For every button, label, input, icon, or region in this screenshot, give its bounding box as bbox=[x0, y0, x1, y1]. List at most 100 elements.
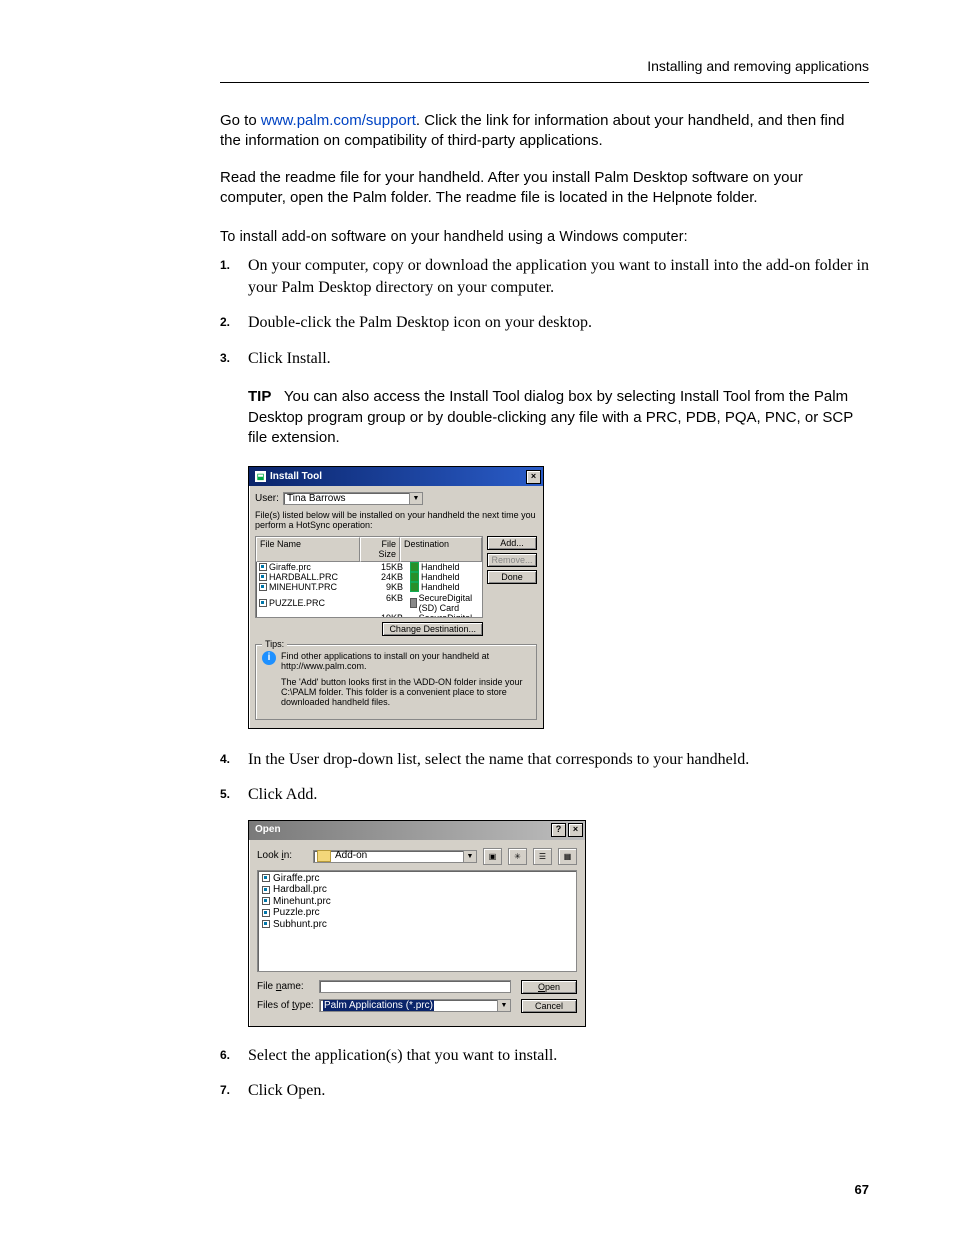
info-icon: i bbox=[262, 651, 276, 665]
change-destination-button[interactable]: Change Destination... bbox=[382, 622, 483, 636]
tips-group-label: Tips: bbox=[262, 639, 287, 649]
titlebar[interactable]: ⬓ Install Tool × bbox=[249, 467, 543, 486]
close-icon[interactable]: × bbox=[526, 470, 541, 484]
step-text: Double-click the Palm Desktop icon on yo… bbox=[248, 314, 592, 331]
up-folder-icon[interactable]: ▣ bbox=[483, 848, 502, 865]
user-label: User: bbox=[255, 493, 283, 505]
support-link[interactable]: www.palm.com/support bbox=[261, 112, 416, 129]
folder-icon bbox=[317, 850, 331, 862]
help-icon[interactable]: ? bbox=[551, 823, 566, 837]
step-3: 3. Click Install. bbox=[220, 348, 869, 370]
done-button[interactable]: Done bbox=[487, 570, 537, 584]
step-number: 6. bbox=[220, 1047, 230, 1063]
step-6: 6. Select the application(s) that you wa… bbox=[220, 1045, 869, 1067]
chevron-down-icon[interactable]: ▼ bbox=[497, 1000, 510, 1011]
lookin-label: Look in: bbox=[257, 850, 307, 862]
user-combo[interactable]: Tina Barrows ▼ bbox=[283, 492, 423, 505]
step-number: 5. bbox=[220, 786, 230, 802]
filetype-label: Files of type: bbox=[257, 1000, 319, 1012]
file-browser-list[interactable]: Giraffe.prc Hardball.prc Minehunt.prc Pu… bbox=[257, 870, 577, 972]
cancel-button[interactable]: Cancel bbox=[521, 999, 577, 1013]
step-5: 5. Click Add. bbox=[220, 784, 869, 806]
file-icon bbox=[262, 909, 270, 917]
details-view-icon[interactable]: ▦ bbox=[558, 848, 577, 865]
step-number: 1. bbox=[220, 257, 230, 273]
filetype-combo[interactable]: Palm Applications (*.prc) ▼ bbox=[319, 999, 511, 1012]
tip-block: TIP You can also access the Install Tool… bbox=[248, 387, 869, 448]
dialog-title: Install Tool bbox=[270, 471, 322, 483]
table-row[interactable]: HARDBALL.PRC24KBHandheld bbox=[256, 572, 482, 582]
file-icon bbox=[262, 886, 270, 894]
file-icon bbox=[262, 920, 270, 928]
step-text: Click Install. bbox=[248, 350, 331, 367]
filename-input[interactable] bbox=[319, 980, 511, 993]
text: Go to bbox=[220, 112, 261, 129]
filetype-value: Palm Applications (*.prc) bbox=[323, 1000, 434, 1012]
table-row[interactable]: Giraffe.prc15KBHandheld bbox=[256, 562, 482, 572]
file-icon bbox=[259, 573, 267, 581]
sdcard-icon bbox=[410, 598, 417, 608]
titlebar[interactable]: Open ? × bbox=[249, 821, 585, 840]
page-number: 67 bbox=[855, 1182, 869, 1197]
add-button[interactable]: Add... bbox=[487, 536, 537, 550]
list-item[interactable]: Subhunt.prc bbox=[260, 919, 574, 931]
list-item[interactable]: Hardball.prc bbox=[260, 884, 574, 896]
tip-label: TIP bbox=[248, 388, 271, 405]
lookin-combo[interactable]: Add-on ▼ bbox=[313, 850, 477, 863]
intro-para-1: Go to www.palm.com/support. Click the li… bbox=[220, 111, 869, 152]
step-text: Click Add. bbox=[248, 786, 317, 803]
install-tool-dialog: ⬓ Install Tool × User: Tina Barrows ▼ Fi… bbox=[248, 466, 544, 728]
step-2: 2. Double-click the Palm Desktop icon on… bbox=[220, 312, 869, 334]
intro-para-2: Read the readme file for your handheld. … bbox=[220, 168, 869, 209]
chevron-down-icon[interactable]: ▼ bbox=[463, 851, 476, 862]
handheld-icon bbox=[410, 582, 419, 592]
file-listview[interactable]: File Name File Size Destination Giraffe.… bbox=[255, 536, 483, 618]
list-view-icon[interactable]: ☰ bbox=[533, 848, 552, 865]
step-4: 4. In the User drop-down list, select th… bbox=[220, 749, 869, 771]
tips-text-1: Find other applications to install on yo… bbox=[281, 651, 489, 671]
step-1: 1. On your computer, copy or download th… bbox=[220, 255, 869, 298]
step-text: Click Open. bbox=[248, 1082, 325, 1099]
list-item[interactable]: Minehunt.prc bbox=[260, 896, 574, 908]
file-icon bbox=[259, 599, 267, 607]
step-text: On your computer, copy or download the a… bbox=[248, 257, 869, 296]
col-filesize[interactable]: File Size bbox=[360, 537, 400, 562]
col-filename[interactable]: File Name bbox=[256, 537, 360, 562]
remove-button[interactable]: Remove... bbox=[487, 553, 537, 567]
tips-text-2: The 'Add' button looks first in the \ADD… bbox=[281, 677, 530, 708]
table-row[interactable]: SUBHUNT.PRC19KBSecureDigital (SD) Card bbox=[256, 613, 482, 618]
file-icon bbox=[262, 897, 270, 905]
step-number: 7. bbox=[220, 1082, 230, 1098]
tips-group: Tips: iFind other applications to instal… bbox=[255, 644, 537, 720]
filename-label: File name: bbox=[257, 981, 319, 993]
page-header: Installing and removing applications bbox=[220, 58, 869, 83]
tip-text: You can also access the Install Tool dia… bbox=[248, 388, 853, 446]
col-destination[interactable]: Destination bbox=[400, 537, 482, 562]
list-item[interactable]: Giraffe.prc bbox=[260, 873, 574, 885]
step-number: 2. bbox=[220, 314, 230, 330]
table-row[interactable]: PUZZLE.PRC6KBSecureDigital (SD) Card bbox=[256, 593, 482, 614]
step-text: In the User drop-down list, select the n… bbox=[248, 751, 749, 768]
app-icon: ⬓ bbox=[255, 471, 266, 482]
dialog-title: Open bbox=[255, 824, 281, 836]
step-number: 3. bbox=[220, 350, 230, 366]
chevron-down-icon[interactable]: ▼ bbox=[409, 493, 422, 504]
file-icon bbox=[262, 874, 270, 882]
step-text: Select the application(s) that you want … bbox=[248, 1047, 557, 1064]
file-icon bbox=[259, 563, 267, 571]
lookin-value: Add-on bbox=[335, 850, 367, 862]
step-number: 4. bbox=[220, 751, 230, 767]
open-button[interactable]: Open bbox=[521, 980, 577, 994]
handheld-icon bbox=[410, 572, 419, 582]
file-icon bbox=[259, 583, 267, 591]
new-folder-icon[interactable]: ✳ bbox=[508, 848, 527, 865]
procedure-heading: To install add-on software on your handh… bbox=[220, 228, 837, 245]
listview-header[interactable]: File Name File Size Destination bbox=[256, 537, 482, 562]
open-dialog: Open ? × Look in: Add-on ▼ ▣ ✳ ☰ ▦ Giraf… bbox=[248, 820, 586, 1027]
table-row[interactable]: MINEHUNT.PRC9KBHandheld bbox=[256, 582, 482, 592]
close-icon[interactable]: × bbox=[568, 823, 583, 837]
list-item[interactable]: Puzzle.prc bbox=[260, 907, 574, 919]
install-note: File(s) listed below will be installed o… bbox=[255, 510, 537, 531]
handheld-icon bbox=[410, 562, 419, 572]
user-combo-value: Tina Barrows bbox=[287, 493, 346, 505]
